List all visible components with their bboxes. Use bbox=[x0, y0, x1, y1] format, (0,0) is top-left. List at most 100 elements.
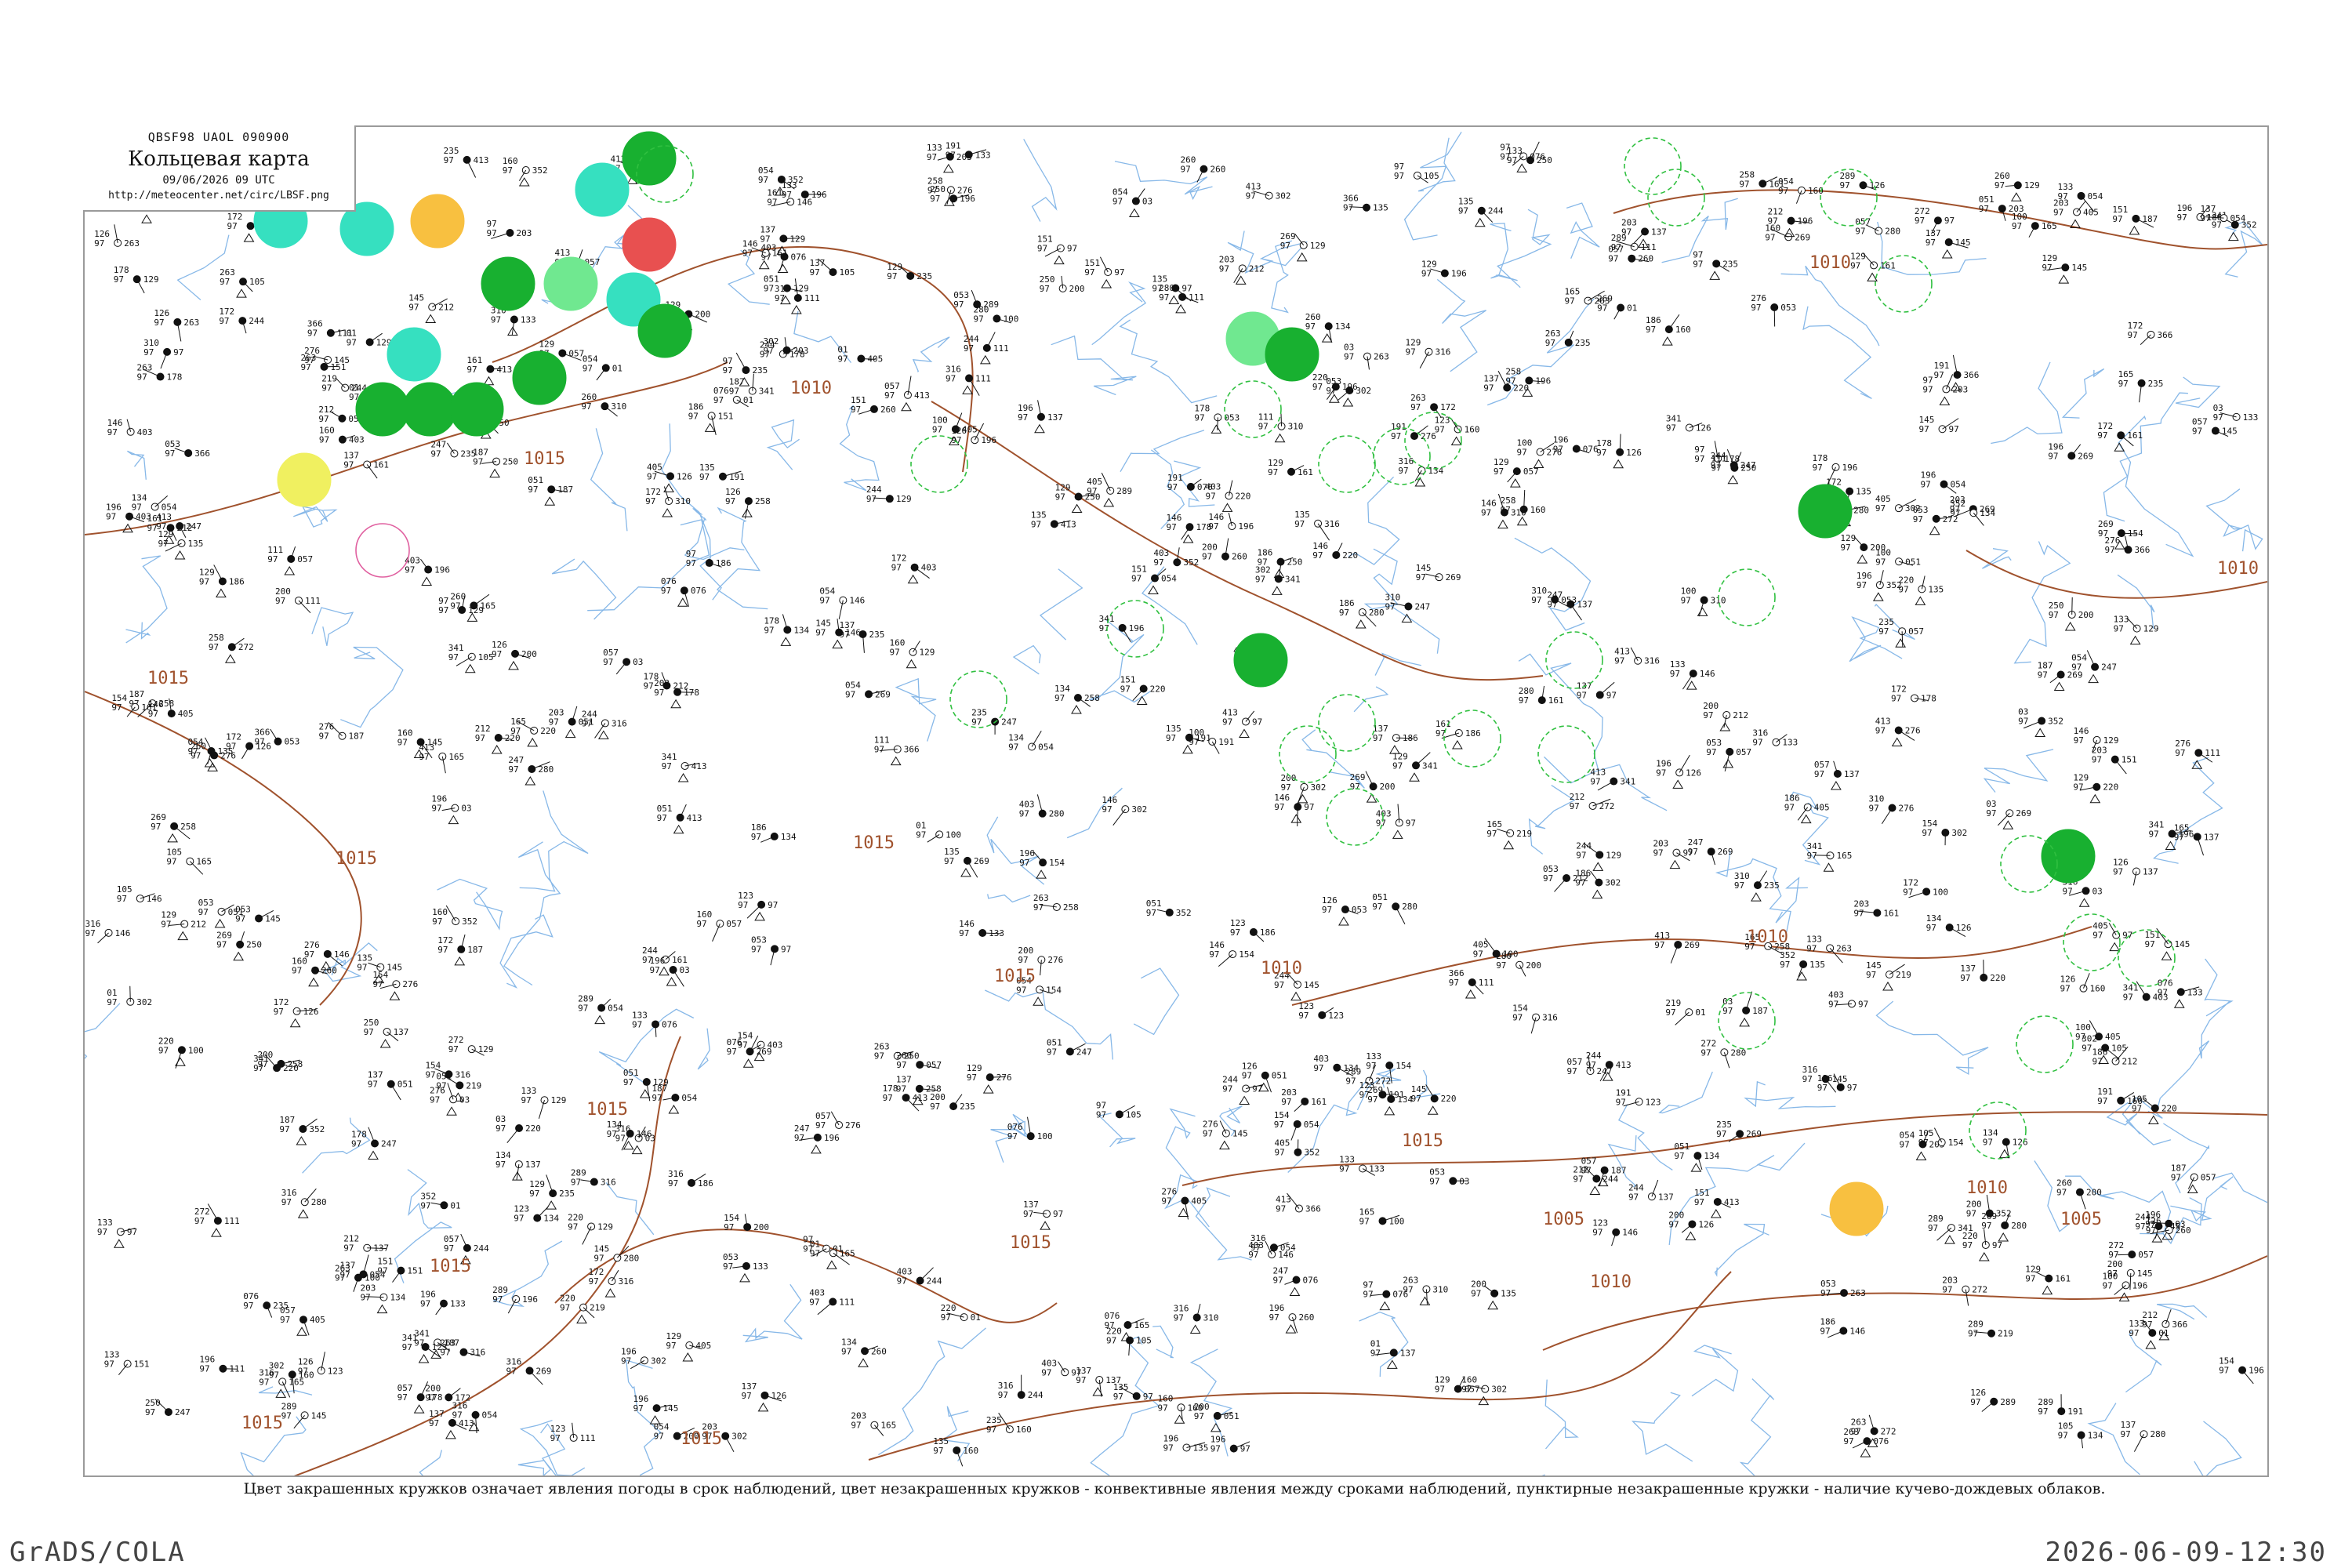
station-plot: 14597 97 bbox=[1919, 415, 1959, 434]
station-temp: 97 bbox=[973, 314, 983, 324]
station-plot: 17297 100 bbox=[1903, 877, 1948, 898]
station-temp: 97 bbox=[1483, 383, 1494, 393]
station-temp: 97 bbox=[874, 745, 884, 755]
station-temp: 97 bbox=[1312, 550, 1323, 561]
station-dew: 244 bbox=[249, 316, 264, 326]
station-plot: 15197 187 bbox=[2112, 205, 2158, 235]
station-temp: 97 bbox=[1040, 284, 1050, 294]
station-dew: 247 bbox=[1076, 1047, 1092, 1057]
station-plot: 25897 272 bbox=[209, 633, 254, 663]
cloud-symbol bbox=[2129, 225, 2140, 235]
station-temp: 97 bbox=[1458, 206, 1468, 216]
station-dew: 126 bbox=[303, 1007, 319, 1017]
station-dew: 200 bbox=[695, 310, 710, 320]
river-line bbox=[1359, 1311, 1409, 1377]
station-dew: 134 bbox=[2088, 1430, 2103, 1440]
station-dew: 154 bbox=[1046, 985, 1062, 995]
station-temp: 97 bbox=[1359, 1216, 1369, 1226]
station-dew: 403 bbox=[136, 512, 151, 522]
map-url: http://meteocenter.net/circ/LBSF.png bbox=[108, 190, 329, 201]
station-plot: 11197 366 bbox=[874, 735, 920, 766]
station-temp: 97 bbox=[729, 387, 739, 397]
station-temp: 97 bbox=[1203, 1129, 1213, 1139]
cloud-symbol bbox=[1342, 397, 1354, 407]
station-temp: 97 bbox=[2074, 735, 2084, 746]
cloud-symbol bbox=[546, 1200, 557, 1210]
station-temp: 97 bbox=[764, 625, 774, 635]
cloud-symbol bbox=[518, 177, 530, 187]
station-dew: 076 bbox=[791, 252, 807, 262]
station-temp: 97 bbox=[1780, 960, 1790, 970]
station-temp: 97 bbox=[1496, 960, 1506, 971]
station-temp: 97 bbox=[2049, 610, 2059, 620]
isobar-label: 1005 bbox=[2060, 1210, 2102, 1229]
station-temp: 97 bbox=[1230, 927, 1240, 938]
station-dew: 196 bbox=[2132, 1280, 2148, 1290]
station-plot: 13597 269 bbox=[944, 847, 989, 878]
weather-map: 18697 14612697 16041397 27619197 07627697 146… bbox=[85, 131, 2267, 1475]
phenomenon-circle bbox=[622, 217, 677, 272]
station-dew: 133 bbox=[1782, 738, 1798, 748]
station-plot: 15197 054 bbox=[1131, 564, 1177, 595]
station-dew: 235 bbox=[869, 630, 885, 640]
station-temp: 97 bbox=[1344, 352, 1354, 362]
station-temp: 97 bbox=[1339, 608, 1349, 618]
wind-barb bbox=[1901, 631, 1904, 647]
cb-dashed-circle bbox=[2063, 913, 2121, 971]
station-plot: 13597 413 bbox=[1031, 510, 1076, 529]
station-temp: 97 bbox=[1891, 693, 1901, 703]
station-plot: 10097 405 bbox=[2075, 1020, 2121, 1042]
wind-barb bbox=[1745, 991, 1753, 1011]
station-plot: 24497 137 bbox=[1628, 1179, 1674, 1202]
cloud-symbol bbox=[1271, 586, 1283, 595]
station-temp: 97 bbox=[1517, 447, 1527, 457]
station-plot: 28997 196 bbox=[492, 1285, 538, 1314]
map-title-box: QBSF98 UAOL 090900 Кольцевая карта 09/06… bbox=[83, 125, 356, 212]
station-plot: 20397 272 bbox=[1942, 1276, 1987, 1306]
station-plot: 14597 269 bbox=[1416, 563, 1461, 583]
station-dew: 220 bbox=[1236, 491, 1251, 501]
station-temp: 97 bbox=[959, 928, 969, 938]
cloud-symbol bbox=[666, 977, 677, 986]
station-dew: 191 bbox=[729, 472, 745, 482]
station-plot: 36697 135 bbox=[1343, 194, 1388, 213]
station-dew: 302 bbox=[1276, 191, 1291, 201]
station-dew: 111 bbox=[1479, 978, 1494, 988]
station-temp: 97 bbox=[2192, 426, 2202, 437]
station-temp: 97 bbox=[2092, 1057, 2103, 1067]
station-dew: 196 bbox=[824, 1133, 840, 1143]
station-plot: 12397 111 bbox=[550, 1422, 596, 1443]
cloud-symbol bbox=[233, 951, 245, 961]
station-plot: 26097 129 bbox=[1994, 171, 2040, 201]
station-dew: 03 bbox=[461, 804, 471, 814]
station-marker bbox=[397, 1266, 405, 1275]
station-temp: 97 bbox=[94, 238, 104, 249]
station-temp: 97 bbox=[841, 1346, 851, 1356]
station-dew: 220 bbox=[1441, 1094, 1457, 1104]
station-dew: 146 bbox=[849, 596, 865, 606]
station-plot: 05497 01 bbox=[583, 354, 622, 381]
station-temp: 97 bbox=[166, 857, 176, 867]
station-plot: 13597 316 bbox=[1294, 510, 1340, 541]
cloud-symbol bbox=[1182, 534, 1194, 543]
cloud-symbol bbox=[527, 737, 539, 747]
cb-dashed-circle bbox=[1318, 435, 1376, 493]
river-line bbox=[987, 894, 1031, 903]
station-temp: 97 bbox=[2132, 1103, 2142, 1113]
phenomenon-circle bbox=[1829, 1181, 1884, 1236]
station-dew: 220 bbox=[540, 726, 556, 736]
station-temp: 97 bbox=[2213, 412, 2223, 423]
station-plot: 20397 165 bbox=[851, 1411, 896, 1436]
phenomenon-circle bbox=[622, 131, 677, 186]
station-dew: 366 bbox=[2158, 330, 2173, 340]
station-temp: 97 bbox=[1853, 908, 1864, 918]
station-temp: 97 bbox=[742, 249, 753, 259]
cb-dashed-circle bbox=[1875, 255, 1933, 313]
station-plot: 40397 134 bbox=[1313, 1054, 1359, 1076]
station-dew: 076 bbox=[1530, 151, 1545, 162]
station-temp: 97 bbox=[933, 1446, 943, 1456]
station-plot: 28997 126 bbox=[1839, 171, 1885, 191]
station-dew: 137 bbox=[1577, 600, 1592, 610]
station-temp: 97 bbox=[1268, 467, 1278, 477]
station-dew: 137 bbox=[394, 1027, 409, 1037]
